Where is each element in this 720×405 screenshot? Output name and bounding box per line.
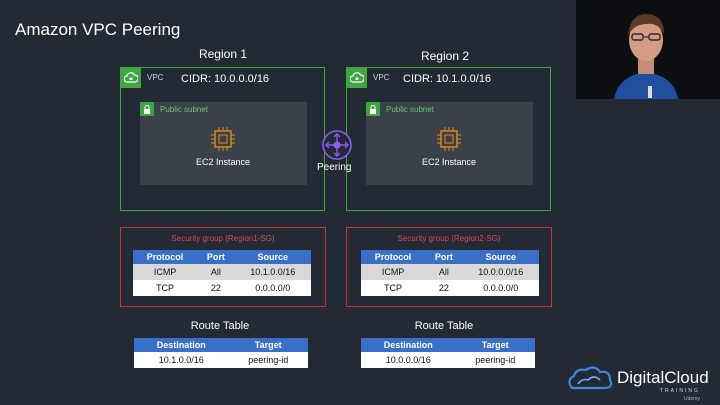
vpc-cloud-lock-icon	[121, 68, 141, 88]
vpc-region-1: VPC CIDR: 10.0.0.0/16 Public subnet EC2 …	[120, 67, 325, 211]
ec2-chip-icon	[437, 127, 461, 151]
presenter-webcam	[576, 0, 720, 99]
route-table-region-2: Destination Target 10.0.0.0/16 peering-i…	[361, 338, 535, 368]
table-row: 10.0.0.0/16 peering-id	[361, 352, 535, 368]
table-row: ICMP All 10.1.0.0/16	[133, 264, 311, 280]
table-cell: peering-id	[455, 352, 535, 368]
route-table-title: Route Table	[414, 320, 474, 332]
table-row: TCP 22 0.0.0.0/0	[361, 280, 539, 296]
udemy-watermark: Udemy	[684, 396, 700, 402]
subnet-label: Public subnet	[160, 105, 209, 114]
public-subnet: Public subnet EC2 Instance	[140, 102, 307, 185]
table-cell: ICMP	[133, 264, 198, 280]
col-header: Protocol	[133, 250, 198, 264]
col-header: Protocol	[361, 250, 426, 264]
ec2-instance-label: EC2 Instance	[195, 157, 251, 167]
col-header: Destination	[361, 338, 456, 352]
col-header: Source	[462, 250, 539, 264]
table-cell: 22	[425, 280, 463, 296]
col-header: Destination	[134, 338, 229, 352]
security-group-title: Security group (Region2-SG)	[397, 234, 501, 243]
lock-icon	[140, 102, 154, 116]
security-group-region-2: Security group (Region2-SG) Protocol Por…	[346, 227, 552, 307]
peering-label: Peering	[317, 162, 352, 173]
route-table-title: Route Table	[190, 320, 250, 332]
table-cell: TCP	[361, 280, 426, 296]
vpc-region-2: VPC CIDR: 10.1.0.0/16 Public subnet EC2 …	[346, 67, 551, 211]
col-header: Port	[197, 250, 235, 264]
presenter-silhouette-icon	[576, 0, 720, 99]
table-cell: 22	[197, 280, 235, 296]
security-group-region-1: Security group (Region1-SG) Protocol Por…	[120, 227, 326, 307]
public-subnet: Public subnet EC2 Instance	[366, 102, 533, 185]
vpc-tag: VPC	[373, 73, 390, 82]
peering-connection-icon	[322, 130, 352, 160]
col-header: Port	[425, 250, 463, 264]
ec2-chip-icon	[211, 127, 235, 151]
col-header: Target	[455, 338, 535, 352]
table-cell: 10.1.0.0/16	[134, 352, 229, 368]
table-cell: 10.0.0.0/16	[361, 352, 456, 368]
vpc-cloud-lock-icon	[347, 68, 367, 88]
cidr-label: CIDR: 10.0.0.0/16	[181, 73, 270, 85]
security-group-table: Protocol Port Source ICMP All 10.1.0.0/1…	[133, 250, 311, 296]
ec2-instance-label: EC2 Instance	[421, 157, 477, 167]
table-row: 10.1.0.0/16 peering-id	[134, 352, 308, 368]
table-cell: ICMP	[361, 264, 426, 280]
cidr-label: CIDR: 10.1.0.0/16	[403, 73, 492, 85]
lock-icon	[366, 102, 380, 116]
table-cell: 0.0.0.0/0	[462, 280, 539, 296]
region-2-label: Region 2	[420, 49, 470, 63]
logo-name: DigitalCloud	[617, 368, 709, 387]
col-header: Target	[228, 338, 308, 352]
security-group-title: Security group (Region1-SG)	[171, 234, 275, 243]
digitalcloud-logo-icon	[568, 366, 613, 390]
table-cell: 0.0.0.0/0	[234, 280, 311, 296]
page-title: Amazon VPC Peering	[15, 20, 181, 39]
route-table-region-1: Destination Target 10.1.0.0/16 peering-i…	[134, 338, 308, 368]
table-cell: TCP	[133, 280, 198, 296]
security-group-table: Protocol Port Source ICMP All 10.0.0.0/1…	[361, 250, 539, 296]
table-cell: All	[425, 264, 463, 280]
table-cell: All	[197, 264, 235, 280]
logo-sub: TRAINING	[660, 388, 700, 394]
table-row: ICMP All 10.0.0.0/16	[361, 264, 539, 280]
region-1-label: Region 1	[198, 47, 248, 61]
table-cell: 10.0.0.0/16	[462, 264, 539, 280]
subnet-label: Public subnet	[386, 105, 435, 114]
table-cell: 10.1.0.0/16	[234, 264, 311, 280]
table-cell: peering-id	[228, 352, 308, 368]
col-header: Source	[234, 250, 311, 264]
vpc-tag: VPC	[147, 73, 164, 82]
table-row: TCP 22 0.0.0.0/0	[133, 280, 311, 296]
